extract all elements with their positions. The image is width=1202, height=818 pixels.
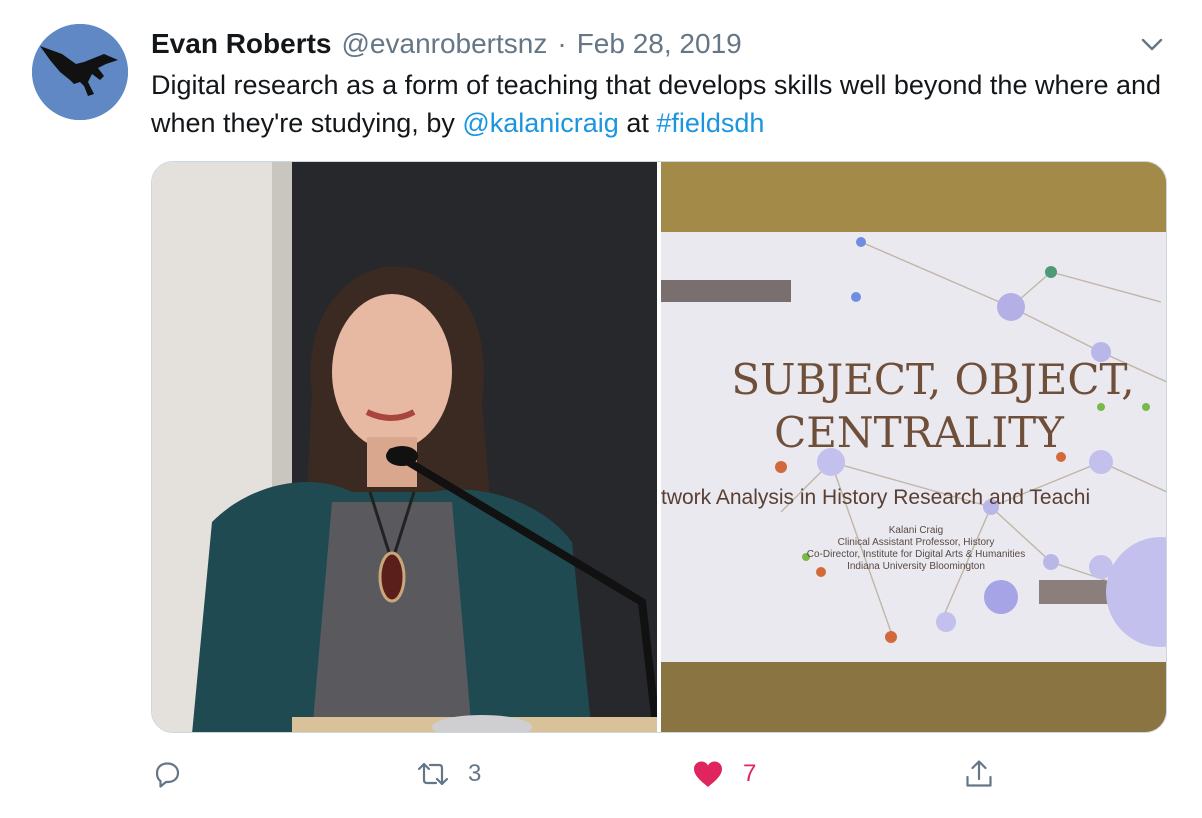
separator-dot: ·	[557, 28, 567, 59]
tweet-date[interactable]: Feb 28, 2019	[577, 28, 742, 60]
chevron-down-icon[interactable]	[1138, 30, 1166, 58]
retweet-button[interactable]: 3	[416, 754, 481, 794]
speaker-photo-image	[152, 162, 657, 732]
tweet-header: Evan Roberts @evanrobertsnz · Feb 28, 20…	[151, 24, 742, 64]
share-button[interactable]	[963, 754, 995, 794]
avatar[interactable]	[32, 24, 128, 120]
slide-institution: Indiana University Bloomington	[847, 561, 985, 572]
slide-role1: Clinical Assistant Professor, History	[838, 537, 995, 548]
heart-icon	[694, 761, 722, 787]
like-button[interactable]: 7	[691, 754, 756, 794]
share-icon	[966, 760, 992, 787]
retweet-icon	[417, 762, 449, 786]
media-grid: SUBJECT, OBJECT, CENTRALITY twork Analys…	[151, 161, 1167, 733]
bird-silhouette-icon	[32, 24, 128, 120]
photo-speaker[interactable]	[152, 162, 657, 732]
slide-presenter: Kalani Craig	[889, 525, 943, 536]
author-name[interactable]: Evan Roberts	[151, 28, 332, 60]
hashtag-link[interactable]: #fieldsdh	[656, 108, 764, 138]
author-handle[interactable]: @evanrobertsnz	[342, 28, 548, 60]
slide-role2: Co-Director, Institute for Digital Arts …	[807, 549, 1025, 560]
tweet[interactable]: Evan Roberts @evanrobertsnz · Feb 28, 20…	[0, 0, 1202, 818]
reply-icon	[155, 762, 180, 788]
photo-slide[interactable]: SUBJECT, OBJECT, CENTRALITY twork Analys…	[660, 162, 1166, 732]
like-count: 7	[743, 760, 757, 787]
mention-link[interactable]: @kalanicraig	[462, 108, 618, 138]
slide-photo-image: SUBJECT, OBJECT, CENTRALITY twork Analys…	[660, 162, 1166, 732]
slide-title-line1: SUBJECT, OBJECT,	[731, 355, 1134, 404]
tweet-actions: 3 7	[151, 754, 1167, 794]
slide-title-line2: CENTRALITY	[774, 408, 1065, 457]
reply-button[interactable]	[151, 754, 183, 794]
tweet-text-part: at	[618, 108, 657, 138]
slide-subtitle: twork Analysis in History Research and T…	[661, 486, 1090, 509]
retweet-count: 3	[468, 760, 482, 787]
tweet-text: Digital research as a form of teaching t…	[151, 66, 1171, 142]
